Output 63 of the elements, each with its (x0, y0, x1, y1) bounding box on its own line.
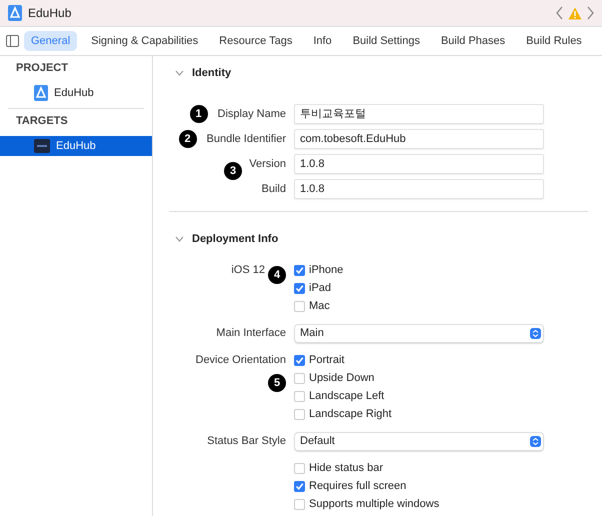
checkbox-label[interactable]: Requires full screen (309, 480, 406, 492)
up-down-arrows-icon (530, 436, 541, 446)
checkbox-label[interactable]: Hide status bar (309, 462, 383, 474)
tab[interactable]: Build Rules (519, 31, 589, 51)
checkbox[interactable] (294, 498, 305, 510)
checkbox[interactable] (294, 282, 305, 294)
forward-icon[interactable] (586, 6, 594, 20)
field-label: Status Bar Style (207, 435, 286, 447)
field-label: Version (249, 158, 286, 170)
checkbox[interactable] (294, 264, 305, 276)
dropdown[interactable]: Default (294, 432, 544, 450)
app-icon (8, 5, 22, 21)
checkbox-label[interactable]: iPad (309, 282, 332, 294)
checkbox[interactable] (294, 372, 305, 384)
up-down-arrows-icon (530, 328, 541, 338)
checkbox-label[interactable]: Mac (309, 300, 330, 312)
field-label: Main Interface (216, 327, 286, 339)
sidebar-item[interactable]: EduHub (0, 83, 152, 103)
checkbox-label[interactable]: Upside Down (309, 372, 374, 384)
text-field[interactable]: com.tobesoft.EduHub (294, 128, 544, 148)
callout-badge: 3 (224, 162, 242, 180)
section-title: Deployment Info (192, 233, 278, 245)
text-field[interactable]: 1.0.8 (294, 178, 544, 198)
callout-badge: 2 (178, 130, 196, 148)
field-label: iOS 12 (231, 264, 265, 276)
checkbox[interactable] (294, 462, 305, 474)
field-label: Display Name (218, 108, 286, 120)
tab[interactable]: Resource Tags (212, 31, 300, 51)
checkbox-label[interactable]: Landscape Right (309, 408, 392, 420)
tab[interactable]: Signing & Capabilities (84, 31, 206, 51)
callout-badge: 1 (190, 104, 208, 122)
checkbox[interactable] (294, 480, 305, 492)
checkbox[interactable] (294, 408, 305, 420)
checkbox[interactable] (294, 300, 305, 312)
checkbox-label[interactable]: iPhone (309, 264, 344, 276)
checkbox-label[interactable]: Landscape Left (309, 390, 384, 402)
callout-badge: 5 (268, 374, 286, 392)
section-header: PROJECT (15, 61, 69, 76)
window-title: EduHub (28, 6, 72, 20)
sidebar-item[interactable]: EduHub (0, 136, 152, 156)
chevron-icon[interactable] (175, 236, 184, 242)
checkbox[interactable] (294, 354, 305, 366)
sidebar-toggle-icon[interactable] (6, 35, 19, 47)
warning-icon[interactable] (568, 6, 582, 20)
section-title: Identity (192, 67, 232, 79)
text-field[interactable]: 투비교육포털 (294, 104, 544, 124)
text-field[interactable]: 1.0.8 (294, 154, 544, 174)
callout-badge: 4 (268, 266, 286, 284)
section-header: TARGETS (15, 114, 69, 129)
tab[interactable]: Build Settings (346, 31, 427, 51)
dropdown[interactable]: Main (294, 324, 544, 342)
field-label: Device Orientation (196, 354, 286, 366)
back-icon[interactable] (556, 6, 564, 20)
app-icon (34, 139, 50, 153)
tab[interactable]: Build Phases (434, 31, 512, 51)
checkbox-label[interactable]: Supports multiple windows (309, 498, 440, 510)
checkbox[interactable] (294, 390, 305, 402)
chevron-icon[interactable] (175, 70, 184, 76)
field-label: Build (262, 182, 286, 194)
field-label: Bundle Identifier (206, 132, 286, 144)
checkbox-label[interactable]: Portrait (309, 354, 344, 366)
app-icon (34, 85, 48, 101)
tab[interactable]: Info (306, 31, 339, 51)
